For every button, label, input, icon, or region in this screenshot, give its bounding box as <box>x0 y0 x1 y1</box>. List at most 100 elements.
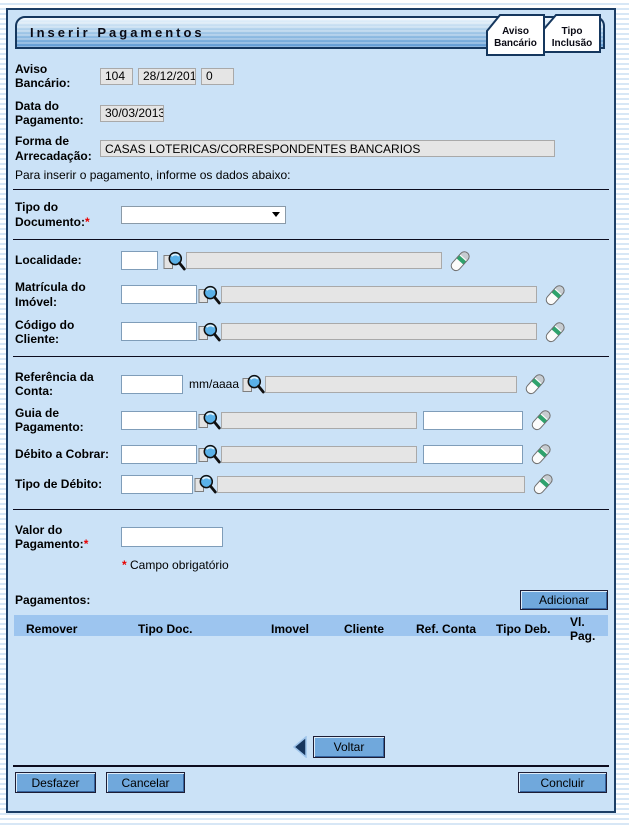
dropdown-arrow-icon <box>272 212 280 217</box>
referencia-conta-label: Referência da Conta: <box>15 370 121 399</box>
action-buttons-row: Desfazer Cancelar Concluir <box>15 772 607 793</box>
column-header-cliente: Cliente <box>344 622 416 636</box>
section-divider <box>13 509 609 510</box>
aviso-bancario-sequencial: 0 <box>201 68 234 85</box>
desfazer-button[interactable]: Desfazer <box>15 772 96 793</box>
clear-tipo-debito-button[interactable] <box>531 473 555 495</box>
tipo-debito-label: Tipo de Débito: <box>15 477 121 491</box>
codigo-cliente-descricao <box>221 323 537 340</box>
search-icon <box>198 410 221 430</box>
guia-pagamento-valor-input[interactable] <box>423 411 523 430</box>
search-localidade-button[interactable] <box>162 250 186 272</box>
tipo-debito-row: Tipo de Débito: <box>8 473 614 495</box>
tipo-documento-label: Tipo do Documento:* <box>15 200 121 229</box>
column-header-tipo-doc: Tipo Doc. <box>138 622 271 636</box>
clear-cliente-button[interactable] <box>543 321 567 343</box>
guia-pagamento-label: Guia de Pagamento: <box>15 406 121 435</box>
matricula-imovel-row: Matrícula do Imóvel: <box>8 280 614 310</box>
search-matricula-button[interactable] <box>197 284 221 306</box>
valor-pagamento-row: Valor do Pagamento:* <box>8 520 614 554</box>
guia-pagamento-row: Guia de Pagamento: <box>8 405 614 435</box>
forma-arrecadacao-row: Forma de Arrecadação: CASAS LOTERICAS/CO… <box>8 134 614 164</box>
tab-aviso-bancario-label: AvisoBancário <box>486 26 545 49</box>
voltar-button[interactable]: Voltar <box>313 736 385 758</box>
localidade-input[interactable] <box>121 251 158 270</box>
adicionar-button[interactable]: Adicionar <box>520 590 608 610</box>
eraser-icon <box>533 473 553 495</box>
column-header-imovel: Imovel <box>271 622 344 636</box>
clear-debito-button[interactable] <box>529 443 553 465</box>
data-pagamento-value: 30/03/2013 <box>100 105 164 122</box>
matricula-imovel-label: Matrícula do Imóvel: <box>15 280 121 309</box>
referencia-conta-descricao <box>265 376 517 393</box>
inserir-pagamentos-panel: Inserir Pagamentos AvisoBancário TipoInc… <box>6 8 616 813</box>
data-pagamento-label: Data do Pagamento: <box>15 99 100 128</box>
section-divider <box>13 189 609 190</box>
debito-cobrar-row: Débito a Cobrar: <box>8 443 614 465</box>
valor-pagamento-label: Valor do Pagamento:* <box>15 523 121 552</box>
payments-table-header: Remover Tipo Doc. Imovel Cliente Ref. Co… <box>14 615 608 636</box>
valor-pagamento-input[interactable] <box>121 527 223 547</box>
eraser-icon <box>531 409 551 431</box>
tipo-debito-input[interactable] <box>121 475 193 494</box>
codigo-cliente-row: Código do Cliente: <box>8 318 614 347</box>
tab-aviso-bancario[interactable]: AvisoBancário <box>486 14 545 56</box>
localidade-row: Localidade: <box>8 250 614 272</box>
data-pagamento-row: Data do Pagamento: 30/03/2013 <box>8 99 614 128</box>
section-divider <box>13 356 609 357</box>
clear-localidade-button[interactable] <box>448 250 472 272</box>
tab-bar: AvisoBancário TipoInclusão <box>486 14 601 56</box>
eraser-icon <box>531 443 551 465</box>
section-divider <box>13 239 609 240</box>
bottom-divider <box>13 765 609 767</box>
voltar-row: Voltar <box>36 736 629 758</box>
concluir-button[interactable]: Concluir <box>518 772 607 793</box>
forma-arrecadacao-label: Forma de Arrecadação: <box>15 134 100 163</box>
aviso-bancario-row: Aviso Bancário: 104 28/12/2012 0 <box>8 62 614 91</box>
codigo-cliente-input[interactable] <box>121 322 197 341</box>
localidade-descricao <box>186 252 442 269</box>
matricula-imovel-input[interactable] <box>121 285 197 304</box>
referencia-conta-input[interactable] <box>121 375 183 394</box>
search-referencia-button[interactable] <box>241 373 265 395</box>
referencia-conta-hint: mm/aaaa <box>189 377 239 391</box>
eraser-icon <box>525 373 545 395</box>
codigo-cliente-label: Código do Cliente: <box>15 318 121 347</box>
column-header-ref-conta: Ref. Conta <box>416 622 496 636</box>
tipo-documento-select[interactable] <box>121 206 286 224</box>
search-icon <box>198 285 221 305</box>
tab-tipo-inclusao-label: TipoInclusão <box>543 26 601 49</box>
debito-cobrar-label: Débito a Cobrar: <box>15 447 121 461</box>
column-header-remover: Remover <box>26 622 138 636</box>
eraser-icon <box>545 284 565 306</box>
search-icon <box>194 474 217 494</box>
search-debito-button[interactable] <box>197 443 221 465</box>
guia-pagamento-input[interactable] <box>121 411 197 430</box>
search-tipo-debito-button[interactable] <box>193 473 217 495</box>
aviso-bancario-data: 28/12/2012 <box>138 68 196 85</box>
page-title: Inserir Pagamentos <box>30 25 205 40</box>
column-header-vl-pag: Vl. Pag. <box>570 615 608 643</box>
clear-guia-button[interactable] <box>529 409 553 431</box>
clear-matricula-button[interactable] <box>543 284 567 306</box>
required-field-note: * Campo obrigatório <box>122 558 614 572</box>
tab-tipo-inclusao[interactable]: TipoInclusão <box>543 14 601 53</box>
search-guia-button[interactable] <box>197 409 221 431</box>
localidade-label: Localidade: <box>15 253 121 267</box>
debito-cobrar-input[interactable] <box>121 445 197 464</box>
eraser-icon <box>450 250 470 272</box>
column-header-tipo-deb: Tipo Deb. <box>496 622 570 636</box>
pagamentos-label: Pagamentos: <box>15 593 90 607</box>
aviso-bancario-label: Aviso Bancário: <box>15 62 100 91</box>
search-icon <box>198 444 221 464</box>
forma-arrecadacao-value: CASAS LOTERICAS/CORRESPONDENTES BANCARIO… <box>100 140 555 157</box>
eraser-icon <box>545 321 565 343</box>
referencia-conta-row: Referência da Conta: mm/aaaa <box>8 369 614 399</box>
debito-cobrar-valor-input[interactable] <box>423 445 523 464</box>
search-icon <box>198 322 221 342</box>
search-cliente-button[interactable] <box>197 321 221 343</box>
search-icon <box>242 374 265 394</box>
clear-referencia-button[interactable] <box>523 373 547 395</box>
back-arrow-icon <box>293 736 307 758</box>
cancelar-button[interactable]: Cancelar <box>106 772 185 793</box>
